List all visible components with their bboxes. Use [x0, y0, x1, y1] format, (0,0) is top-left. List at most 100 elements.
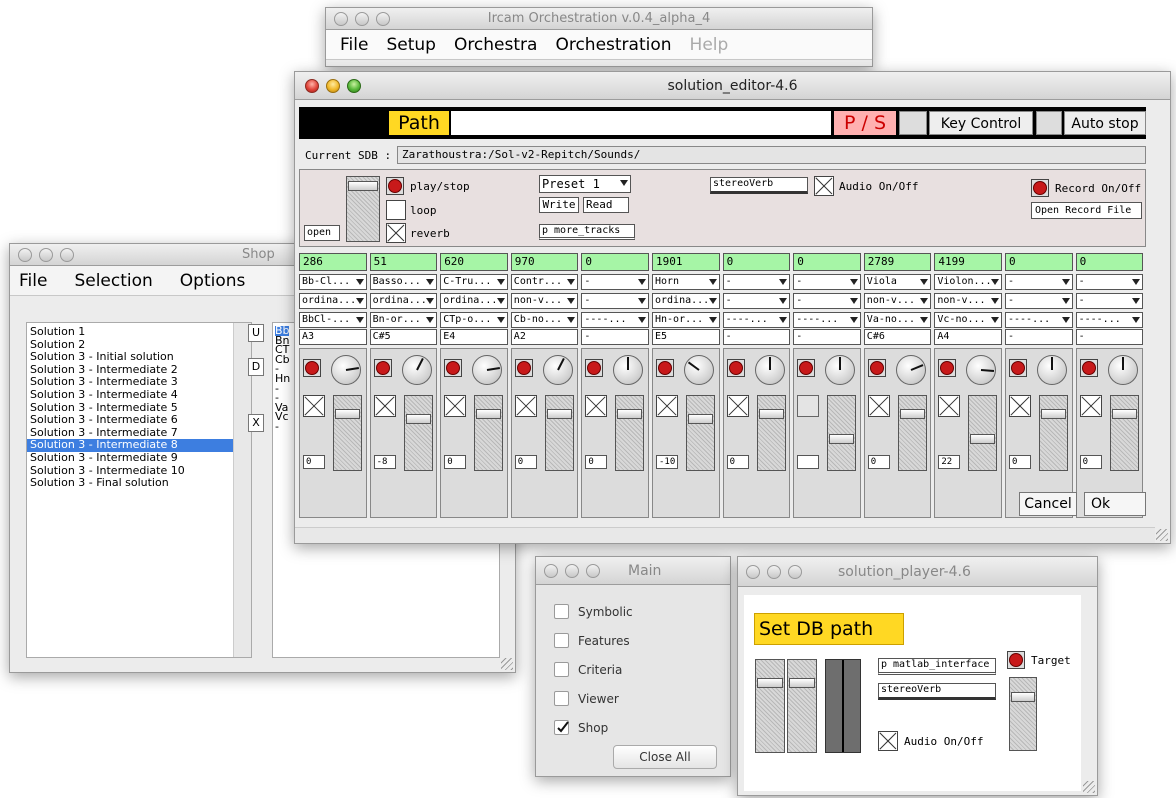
solution-list[interactable]: Solution 1 Solution 2 Solution 3 - Initial…: [26, 322, 252, 658]
ps-button[interactable]: P / S: [834, 111, 896, 135]
track-sample-select[interactable]: Va-no...: [863, 312, 932, 328]
track-mute-toggle[interactable]: [514, 395, 537, 417]
track-pan-knob[interactable]: [613, 355, 644, 385]
track-number-field[interactable]: 620: [440, 253, 508, 271]
track-number-field[interactable]: 4199: [934, 253, 1002, 271]
track-mute-toggle[interactable]: [373, 395, 396, 417]
track-play-button[interactable]: [726, 359, 745, 377]
track-gain-thumb[interactable]: [546, 408, 572, 419]
set-db-path-button[interactable]: Set DB path: [754, 613, 904, 645]
track-mute-toggle[interactable]: [797, 395, 820, 417]
solution-list-item[interactable]: Solution 1: [27, 325, 233, 339]
track-sample-select[interactable]: ----...: [1075, 312, 1144, 328]
matlab-interface-box[interactable]: p matlab_interface: [878, 658, 996, 675]
close-icon[interactable]: [746, 565, 760, 579]
checkbox-icon[interactable]: [554, 604, 569, 619]
track-mute-toggle[interactable]: [1009, 395, 1031, 417]
close-icon[interactable]: [305, 79, 319, 93]
track-number-field[interactable]: 0: [793, 253, 861, 271]
checkbox-icon[interactable]: [554, 633, 569, 648]
more-tracks-button[interactable]: p more_tracks: [539, 224, 635, 240]
track-instrument-select[interactable]: Horn: [652, 274, 720, 290]
track-pan-knob[interactable]: [542, 355, 573, 385]
player-stereoverb-box[interactable]: stereoVerb: [878, 683, 996, 700]
zoom-icon[interactable]: [347, 79, 361, 93]
track-play-button[interactable]: [1009, 359, 1027, 377]
track-play-button[interactable]: [303, 359, 321, 377]
track-gain-slider[interactable]: [756, 395, 786, 471]
track-gain-slider[interactable]: [1109, 395, 1139, 471]
shop-menu-options[interactable]: Options: [162, 271, 255, 291]
stereoverb-box[interactable]: stereoVerb: [710, 177, 808, 194]
ircam-titlebar[interactable]: Ircam Orchestration v.0.4_alpha_4: [326, 8, 872, 30]
track-mute-toggle[interactable]: [303, 395, 325, 417]
track-value-field[interactable]: -8: [373, 455, 396, 469]
track-instrument-select[interactable]: -: [1075, 274, 1144, 290]
solution-list-item[interactable]: Solution 3 - Intermediate 6: [27, 414, 233, 427]
track-play-button[interactable]: [373, 359, 392, 377]
minimize-icon[interactable]: [355, 12, 369, 26]
track-number-field[interactable]: 1901: [652, 253, 720, 271]
main-checkbox-row[interactable]: Shop: [554, 713, 633, 742]
track-value-field[interactable]: [797, 455, 820, 469]
track-play-button[interactable]: [797, 359, 816, 377]
shop-up-button[interactable]: U: [248, 324, 264, 342]
shop-menu-file[interactable]: File: [10, 271, 56, 291]
main-checkbox-row[interactable]: Criteria: [554, 655, 633, 684]
track-gain-thumb[interactable]: [1111, 408, 1137, 419]
key-control-toggle[interactable]: [1036, 111, 1062, 135]
track-sample-select[interactable]: Hn-or...: [652, 312, 720, 328]
track-pan-knob[interactable]: [684, 355, 714, 385]
zoom-icon[interactable]: [788, 565, 802, 579]
track-sample-select[interactable]: ----...: [581, 312, 649, 328]
track-gain-slider[interactable]: [403, 395, 433, 471]
write-button[interactable]: Write: [539, 197, 579, 213]
minimize-icon[interactable]: [767, 565, 781, 579]
track-pan-knob[interactable]: [895, 355, 926, 385]
track-mode-select[interactable]: -: [1075, 293, 1144, 309]
player-titlebar[interactable]: solution_player-4.6: [738, 557, 1097, 587]
track-instrument-select[interactable]: Bb-Cl...: [299, 274, 367, 290]
solution-list-item[interactable]: Solution 3 - Intermediate 9: [27, 451, 233, 465]
track-pan-knob[interactable]: [966, 355, 997, 385]
track-mode-select[interactable]: ordina...: [652, 293, 720, 309]
main-checkbox-row[interactable]: Features: [554, 626, 633, 655]
track-instrument-select[interactable]: Viola: [863, 274, 932, 290]
menu-orchestration[interactable]: Orchestration: [546, 35, 680, 55]
track-number-field[interactable]: 2789: [863, 253, 932, 271]
editor-scrollbar[interactable]: [295, 527, 1155, 543]
main-titlebar[interactable]: Main: [536, 557, 730, 585]
track-sample-select[interactable]: Vc-no...: [934, 312, 1002, 328]
track-play-button[interactable]: [656, 359, 674, 377]
zoom-icon[interactable]: [376, 12, 390, 26]
solution-list-item[interactable]: Solution 3 - Intermediate 4: [27, 388, 233, 402]
preset-select[interactable]: Preset 1: [539, 175, 631, 193]
checkmark-icon[interactable]: [554, 720, 569, 735]
track-instrument-select[interactable]: -: [1005, 274, 1073, 290]
current-sdb-field[interactable]: Zarathoustra:/Sol-v2-Repitch/Sounds/: [397, 146, 1146, 164]
track-mode-select[interactable]: ordina...: [440, 293, 508, 309]
track-mode-select[interactable]: ordina...: [369, 293, 438, 309]
track-value-field[interactable]: 0: [585, 455, 608, 469]
track-number-field[interactable]: 0: [722, 253, 791, 271]
minimize-icon[interactable]: [565, 564, 579, 578]
editor-titlebar[interactable]: solution_editor-4.6: [295, 72, 1170, 100]
track-gain-thumb[interactable]: [899, 408, 925, 419]
track-play-button[interactable]: [514, 359, 533, 377]
target-slider-thumb[interactable]: [1011, 692, 1035, 702]
track-play-button[interactable]: [444, 359, 463, 377]
track-instrument-select[interactable]: -: [581, 274, 649, 290]
shop-delete-button[interactable]: X: [248, 414, 264, 432]
track-mute-toggle[interactable]: [585, 395, 608, 417]
track-play-button[interactable]: [585, 359, 604, 377]
menu-file[interactable]: File: [326, 35, 377, 55]
resize-grip-icon[interactable]: [1083, 781, 1095, 793]
track-mode-select[interactable]: -: [581, 293, 649, 309]
track-value-field[interactable]: 0: [726, 455, 749, 469]
player-slider-1[interactable]: [755, 659, 785, 753]
audio-onoff-toggle[interactable]: [814, 176, 834, 196]
track-sample-select[interactable]: ----...: [1005, 312, 1073, 328]
track-play-button[interactable]: [1079, 359, 1098, 377]
player-slider-2-thumb[interactable]: [789, 678, 815, 688]
track-value-field[interactable]: 0: [444, 455, 467, 469]
